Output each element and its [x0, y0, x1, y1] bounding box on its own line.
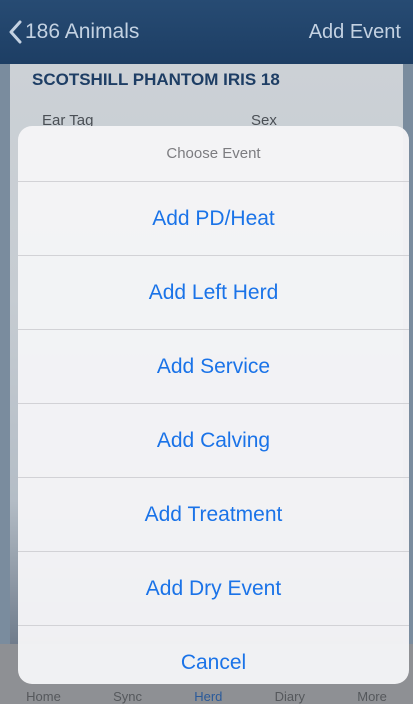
add-dry-event-button[interactable]: Add Dry Event: [18, 552, 409, 626]
choose-event-action-sheet: Choose Event Add PD/Heat Add Left Herd A…: [18, 126, 409, 684]
add-treatment-button[interactable]: Add Treatment: [18, 478, 409, 552]
add-pd-heat-button[interactable]: Add PD/Heat: [18, 182, 409, 256]
add-left-herd-button[interactable]: Add Left Herd: [18, 256, 409, 330]
cancel-button[interactable]: Cancel: [18, 626, 409, 684]
add-service-button[interactable]: Add Service: [18, 330, 409, 404]
action-sheet-title: Choose Event: [18, 126, 409, 182]
add-calving-button[interactable]: Add Calving: [18, 404, 409, 478]
